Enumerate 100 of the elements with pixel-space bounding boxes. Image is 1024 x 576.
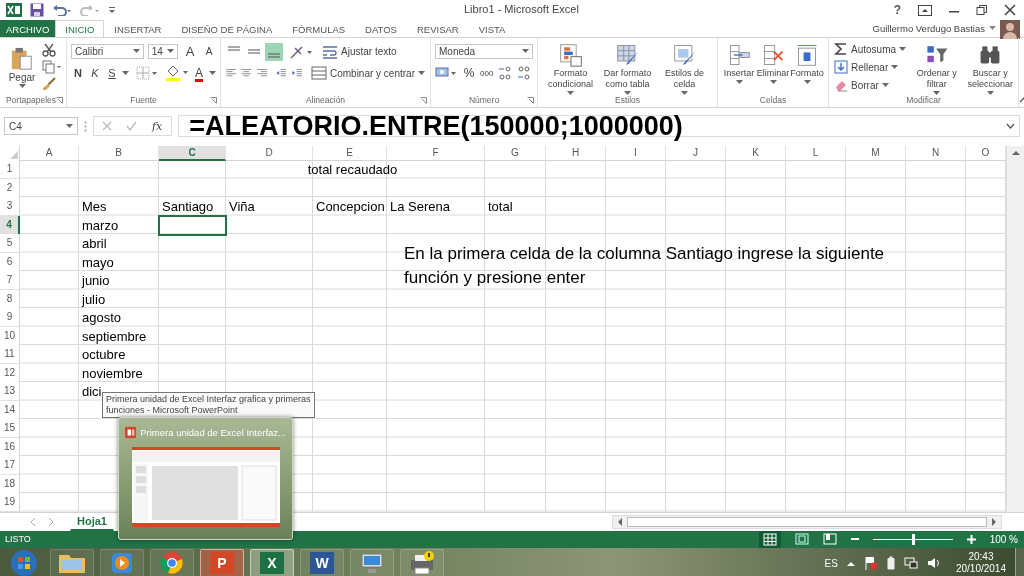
- row-header[interactable]: 19: [0, 493, 20, 512]
- volume-icon[interactable]: [926, 557, 941, 569]
- page-break-icon[interactable]: [822, 533, 837, 545]
- shrink-font-button[interactable]: A: [202, 42, 216, 61]
- row-header[interactable]: 5: [0, 234, 20, 253]
- bold-button[interactable]: N: [71, 64, 85, 82]
- column-header[interactable]: D: [226, 146, 313, 161]
- column-header[interactable]: M: [846, 146, 906, 161]
- underline-button[interactable]: S: [105, 64, 119, 82]
- caret-icon[interactable]: [209, 70, 216, 76]
- taskbar-button[interactable]: [350, 548, 394, 576]
- close-icon[interactable]: [1004, 4, 1016, 16]
- cell-styles-button[interactable]: Estilos de celda: [656, 41, 713, 97]
- sort-filter-button[interactable]: Ordenar y filtrar: [913, 41, 961, 97]
- taskbar-button[interactable]: [50, 548, 94, 576]
- caret-icon[interactable]: [989, 26, 996, 31]
- avatar-icon[interactable]: [1000, 18, 1020, 39]
- ribbon-tab[interactable]: INICIO: [55, 20, 105, 37]
- row-header[interactable]: 15: [0, 419, 20, 438]
- undo-icon[interactable]: [52, 4, 72, 16]
- page-layout-icon[interactable]: [794, 533, 809, 545]
- vertical-scrollbar[interactable]: [1006, 146, 1024, 512]
- ribbon-tab[interactable]: REVISAR: [406, 20, 469, 37]
- column-header[interactable]: O: [966, 146, 1006, 161]
- ribbon-tab[interactable]: DISEÑO DE PÁGINA: [171, 20, 283, 37]
- row-header[interactable]: 17: [0, 456, 20, 475]
- vertical-align-icon[interactable]: [265, 42, 283, 61]
- ribbon-display-icon[interactable]: [918, 4, 932, 16]
- row-header[interactable]: 3: [0, 197, 20, 216]
- thousands-button[interactable]: 000: [479, 64, 495, 82]
- clock-time[interactable]: 20:43: [968, 551, 994, 563]
- ribbon-tab[interactable]: VISTA: [468, 20, 516, 37]
- scroll-left-icon[interactable]: [617, 517, 623, 526]
- scroll-left-icon[interactable]: [30, 517, 36, 526]
- row-header[interactable]: 13: [0, 382, 20, 401]
- increase-decimal-icon[interactable]: [497, 66, 514, 80]
- dialog-launcher-icon[interactable]: [210, 96, 217, 104]
- row-header[interactable]: 1: [0, 160, 20, 179]
- column-header[interactable]: J: [666, 146, 726, 161]
- restore-icon[interactable]: [976, 4, 988, 16]
- ribbon-tab[interactable]: ARCHIVO: [0, 20, 56, 37]
- format-cells-button[interactable]: Formato: [790, 41, 824, 86]
- horizontal-scrollbar[interactable]: [612, 514, 1002, 529]
- cell-cursor[interactable]: [158, 214, 227, 236]
- column-header[interactable]: L: [786, 146, 846, 161]
- wrap-text-button[interactable]: Ajustar texto: [321, 43, 398, 60]
- user-name[interactable]: Guillermo Verdugo Bastias: [872, 23, 985, 34]
- number-format-dropdown[interactable]: Moneda: [435, 44, 533, 59]
- text-orientation-icon[interactable]: [289, 43, 315, 60]
- currency-icon[interactable]: [435, 66, 459, 80]
- help-button[interactable]: ?: [892, 2, 902, 18]
- decrease-decimal-icon[interactable]: [516, 66, 533, 80]
- column-header[interactable]: H: [546, 146, 606, 161]
- font-size-dropdown[interactable]: 14: [147, 44, 178, 59]
- fill-color-icon[interactable]: [165, 65, 189, 81]
- percent-button[interactable]: %: [462, 64, 476, 82]
- dialog-launcher-icon[interactable]: [420, 96, 427, 104]
- ribbon-tab[interactable]: FÓRMULAS: [282, 20, 356, 37]
- scissors-icon[interactable]: [42, 43, 56, 57]
- font-dropdown[interactable]: Calibri: [71, 44, 144, 59]
- show-hidden-icons[interactable]: [846, 560, 855, 566]
- flag-error-icon[interactable]: [863, 556, 878, 570]
- clear-button[interactable]: Borrar: [833, 77, 908, 93]
- paste-button[interactable]: Pegar: [4, 44, 40, 90]
- taskbar-button[interactable]: X: [250, 548, 294, 576]
- italic-button[interactable]: K: [88, 64, 102, 82]
- zoom-level[interactable]: 100 %: [989, 533, 1018, 545]
- column-header[interactable]: E: [313, 146, 387, 161]
- row-header[interactable]: 11: [0, 345, 20, 364]
- taskbar-button[interactable]: P: [200, 548, 244, 576]
- column-header[interactable]: G: [485, 146, 546, 161]
- column-header[interactable]: A: [20, 146, 79, 161]
- font-color-button[interactable]: A: [192, 64, 206, 82]
- zoom-out-icon[interactable]: [850, 535, 859, 543]
- dialog-launcher-icon[interactable]: [527, 96, 534, 104]
- row-header[interactable]: 7: [0, 271, 20, 290]
- caret-icon[interactable]: [122, 70, 129, 76]
- column-header[interactable]: N: [906, 146, 966, 161]
- language-indicator[interactable]: ES: [824, 557, 838, 569]
- insert-cells-button[interactable]: Insertar: [722, 41, 756, 86]
- brush-icon[interactable]: [42, 77, 56, 91]
- battery-icon[interactable]: [886, 556, 895, 570]
- taskbar-button[interactable]: [100, 548, 144, 576]
- fill-button[interactable]: Rellenar: [833, 59, 908, 75]
- column-header[interactable]: F: [387, 146, 485, 161]
- save-icon[interactable]: [30, 3, 44, 17]
- scroll-right-icon[interactable]: [991, 517, 997, 526]
- column-header[interactable]: C: [159, 146, 226, 161]
- name-box[interactable]: C4: [4, 117, 78, 135]
- ribbon-tab[interactable]: DATOS: [355, 20, 407, 37]
- network-icon[interactable]: [903, 557, 918, 569]
- show-desktop-button[interactable]: [1015, 548, 1024, 576]
- dialog-launcher-icon[interactable]: [56, 96, 63, 104]
- scroll-up-icon[interactable]: [1010, 149, 1021, 157]
- table-format-button[interactable]: Dar formato como tabla: [599, 41, 656, 97]
- column-header[interactable]: K: [726, 146, 786, 161]
- row-header[interactable]: 9: [0, 308, 20, 327]
- ribbon-tab[interactable]: INSERTAR: [104, 20, 172, 37]
- taskbar-button[interactable]: [150, 548, 194, 576]
- taskbar-button[interactable]: W: [300, 548, 344, 576]
